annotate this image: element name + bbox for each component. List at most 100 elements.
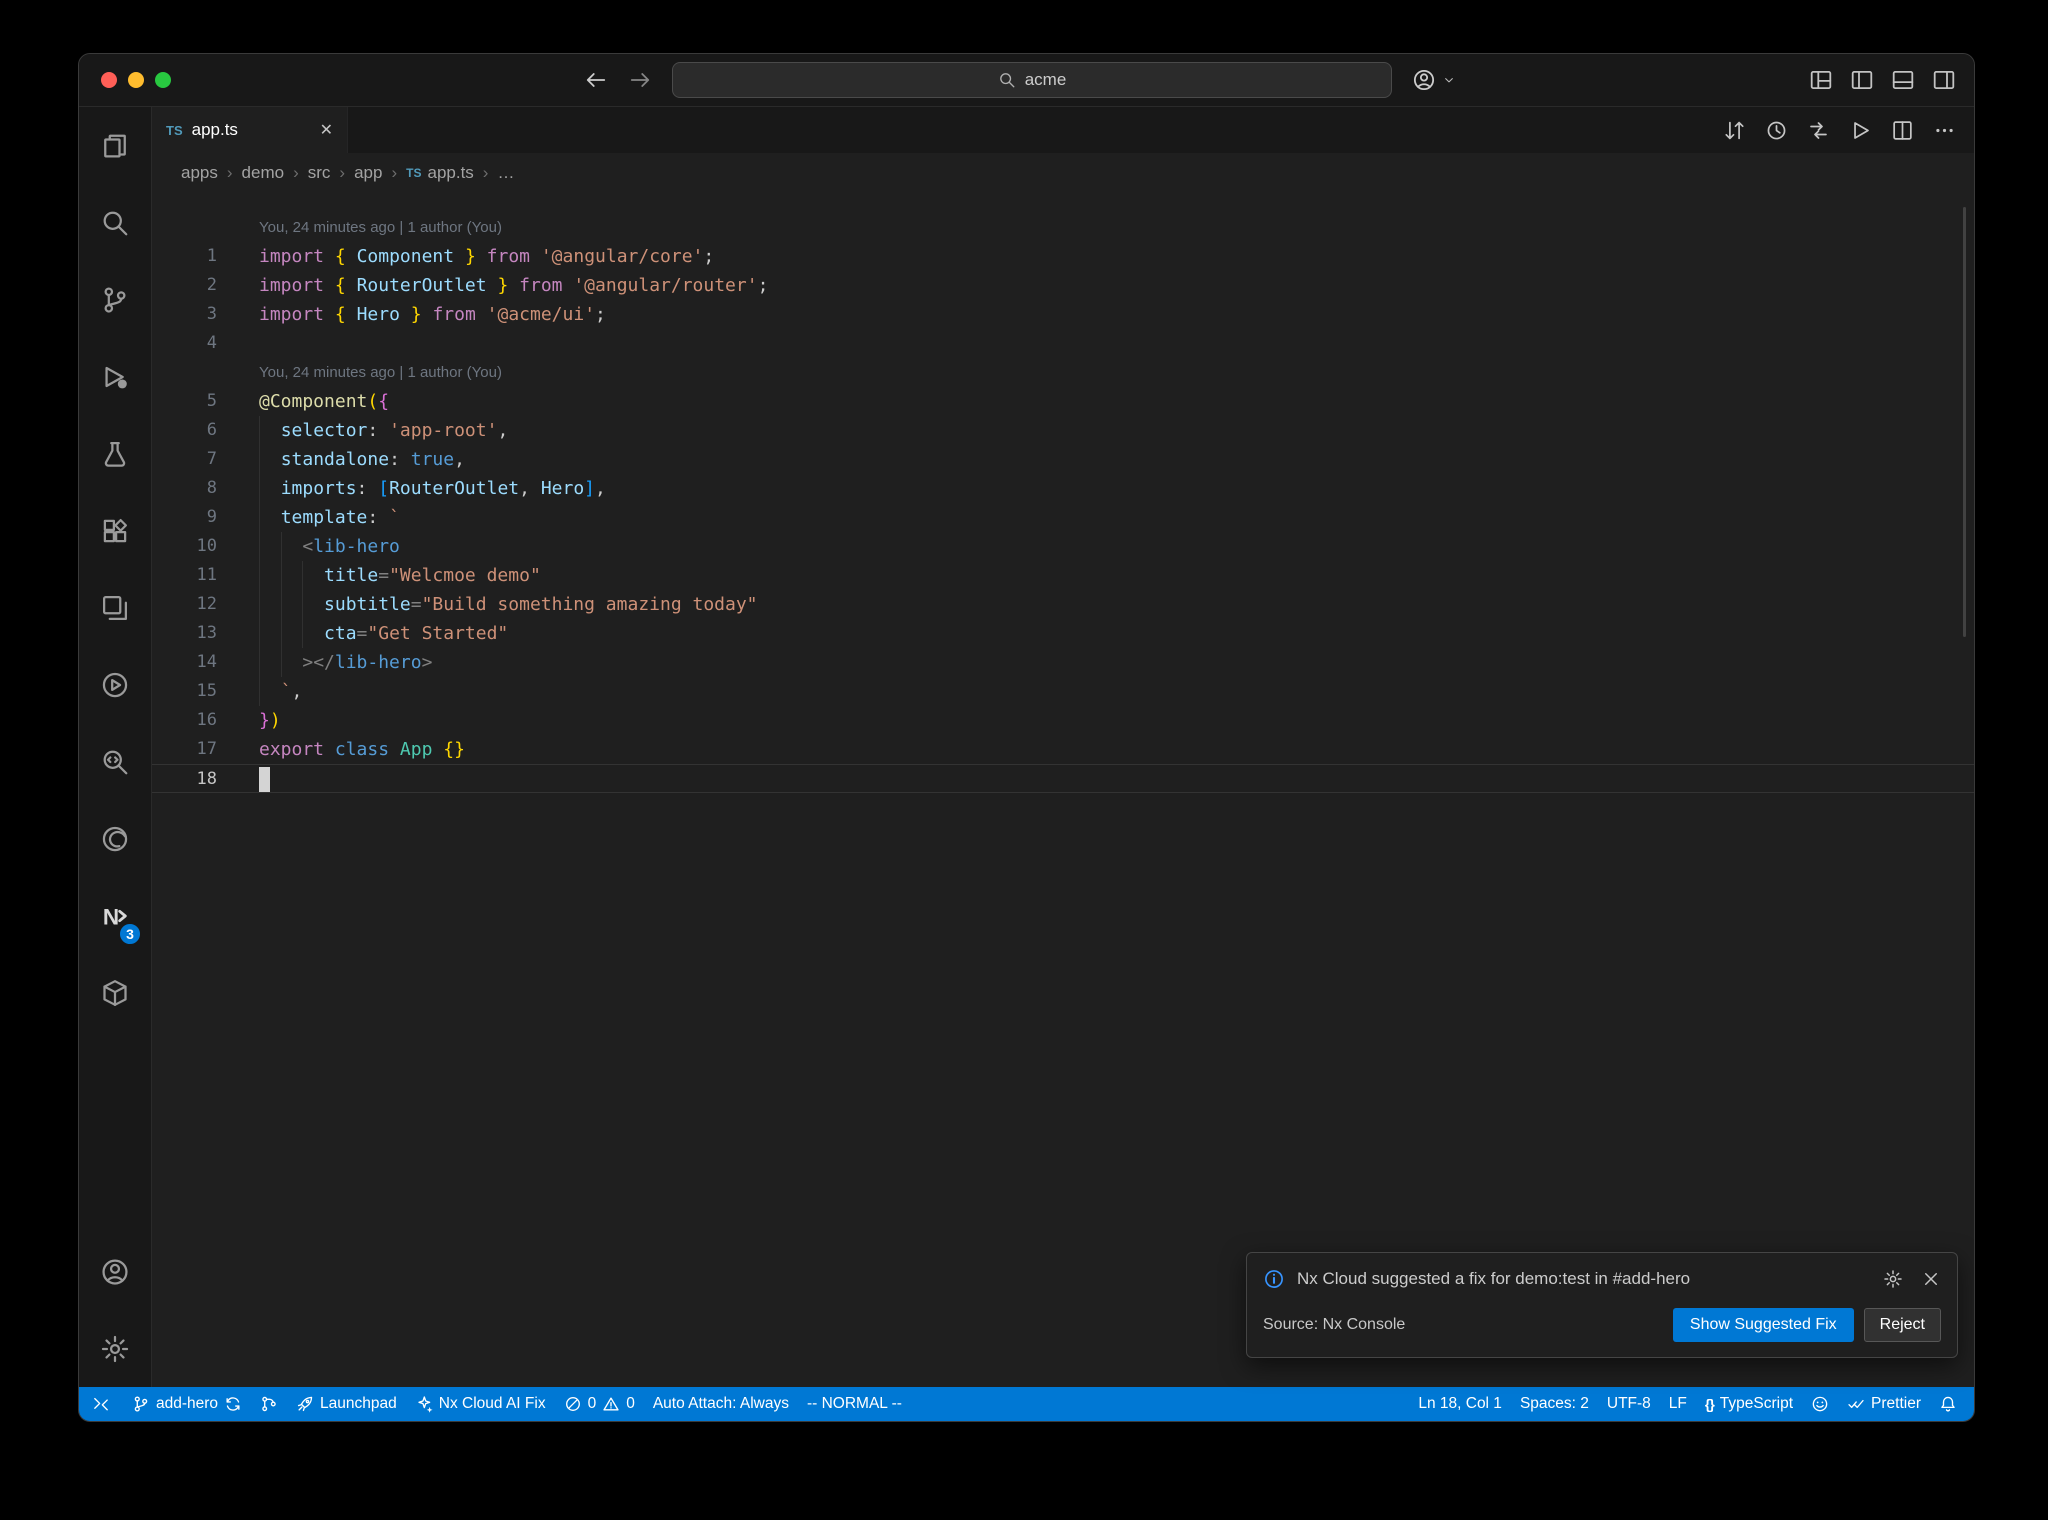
close-window-button[interactable] bbox=[101, 72, 117, 88]
code-line-9[interactable]: 9 template: ` bbox=[152, 503, 1974, 532]
notification-settings-icon[interactable] bbox=[1883, 1269, 1903, 1289]
navigate-back-button[interactable] bbox=[584, 68, 608, 92]
status-notifications[interactable] bbox=[1930, 1387, 1966, 1421]
notification-close-icon[interactable] bbox=[1921, 1269, 1941, 1289]
code-line-2[interactable]: 2 import { RouterOutlet } from '@angular/… bbox=[152, 271, 1974, 300]
breadcrumb-item-[interactable]: … bbox=[497, 163, 514, 183]
breadcrumb-item-demo[interactable]: demo bbox=[242, 163, 285, 183]
code-line-12[interactable]: 12 subtitle="Build something amazing tod… bbox=[152, 590, 1974, 619]
activity-item-search[interactable] bbox=[79, 184, 151, 261]
code-line-6[interactable]: 6 selector: 'app-root', bbox=[152, 416, 1974, 445]
status-encoding[interactable]: UTF-8 bbox=[1598, 1387, 1660, 1421]
run-file-button[interactable] bbox=[1849, 119, 1872, 142]
activity-item-settings[interactable] bbox=[79, 1310, 151, 1387]
split-editor-button[interactable] bbox=[1891, 119, 1914, 142]
breadcrumb-item-src[interactable]: src bbox=[308, 163, 331, 183]
status-launchpad[interactable]: Launchpad bbox=[287, 1387, 406, 1421]
breadcrumb-item-app[interactable]: app bbox=[354, 163, 382, 183]
indent-guide bbox=[280, 619, 282, 648]
code-line-13[interactable]: 13 cta="Get Started" bbox=[152, 619, 1974, 648]
navigate-forward-button[interactable] bbox=[628, 68, 652, 92]
line-number: 13 bbox=[196, 623, 217, 643]
edge-icon bbox=[100, 824, 130, 854]
code-line-5[interactable]: 5 @Component({ bbox=[152, 387, 1974, 416]
timeline-button[interactable] bbox=[1765, 119, 1788, 142]
activity-item-explorer[interactable] bbox=[79, 107, 151, 184]
code-line-1[interactable]: 1 import { Component } from '@angular/cor… bbox=[152, 242, 1974, 271]
toggle-panel-button[interactable] bbox=[1891, 68, 1915, 92]
activity-item-accounts[interactable] bbox=[79, 1233, 151, 1310]
status-eol[interactable]: LF bbox=[1660, 1387, 1696, 1421]
show-suggested-fix-button[interactable]: Show Suggested Fix bbox=[1672, 1308, 1854, 1342]
chevron-right-icon: › bbox=[293, 163, 299, 182]
breadcrumb-item-appts[interactable]: TS app.ts bbox=[406, 163, 474, 183]
blame-annotation[interactable]: You, 24 minutes ago | 1 author (You) bbox=[152, 358, 1974, 387]
activity-item-remote-explorer[interactable] bbox=[79, 569, 151, 646]
status-language[interactable]: {} TypeScript bbox=[1696, 1387, 1802, 1421]
more-actions-button[interactable] bbox=[1933, 119, 1956, 142]
code-line-17[interactable]: 17 export class App {} bbox=[152, 735, 1974, 764]
status-nx-cloud-ai-fix[interactable]: Nx Cloud AI Fix bbox=[406, 1387, 555, 1421]
status-remote[interactable] bbox=[79, 1387, 123, 1421]
indent-guide bbox=[302, 590, 304, 619]
activity-item-extensions[interactable] bbox=[79, 492, 151, 569]
zoom-window-button[interactable] bbox=[155, 72, 171, 88]
code-line-3[interactable]: 3 import { Hero } from '@acme/ui'; bbox=[152, 300, 1974, 329]
indent-guide bbox=[259, 677, 260, 706]
tab-app-ts[interactable]: TS app.ts ✕ bbox=[152, 107, 348, 153]
toggle-primary-sidebar-button[interactable] bbox=[1850, 68, 1874, 92]
vscode-window: acme N3 TS app.ts ✕ apps › demo › src › app › TS… bbox=[78, 53, 1975, 1422]
status-problems[interactable]: 00 bbox=[555, 1387, 644, 1421]
toggle-secondary-sidebar-button[interactable] bbox=[1932, 68, 1956, 92]
minimize-window-button[interactable] bbox=[128, 72, 144, 88]
layout-controls bbox=[1809, 54, 1956, 106]
line-number: 9 bbox=[206, 507, 217, 527]
close-tab-button[interactable]: ✕ bbox=[320, 120, 333, 140]
git-blame-text: You, 24 minutes ago | 1 author (You) bbox=[259, 219, 502, 236]
code-line-10[interactable]: 10 <lib-hero bbox=[152, 532, 1974, 561]
account-menu-button[interactable] bbox=[1412, 68, 1436, 92]
notification-source: Source: Nx Console bbox=[1263, 1316, 1406, 1333]
status-prettier[interactable]: Prettier bbox=[1838, 1387, 1930, 1421]
code-text: import { Component } from '@angular/core… bbox=[259, 246, 715, 267]
code-line-8[interactable]: 8 imports: [RouterOutlet, Hero], bbox=[152, 474, 1974, 503]
customize-layout-button[interactable] bbox=[1809, 68, 1833, 92]
code-line-7[interactable]: 7 standalone: true, bbox=[152, 445, 1974, 474]
editor[interactable]: You, 24 minutes ago | 1 author (You) 1 imp… bbox=[152, 193, 1974, 1387]
layout-icon bbox=[1809, 68, 1833, 92]
status-vim-mode[interactable]: -- NORMAL -- bbox=[798, 1387, 911, 1421]
cube-icon bbox=[100, 978, 130, 1008]
code-line-11[interactable]: 11 title="Welcmoe demo" bbox=[152, 561, 1974, 590]
status-cursor-position[interactable]: Ln 18, Col 1 bbox=[1409, 1387, 1511, 1421]
activity-item-run-target[interactable] bbox=[79, 646, 151, 723]
activity-item-run-debug[interactable] bbox=[79, 338, 151, 415]
activity-item-source-control[interactable] bbox=[79, 261, 151, 338]
panel-bottom-icon bbox=[1891, 68, 1915, 92]
code-line-15[interactable]: 15 `, bbox=[152, 677, 1974, 706]
status-branch[interactable]: add-hero bbox=[123, 1387, 251, 1421]
titlebar: acme bbox=[79, 54, 1974, 107]
command-center[interactable]: acme bbox=[672, 62, 1392, 98]
status-auto-attach[interactable]: Auto Attach: Always bbox=[644, 1387, 798, 1421]
status-bar: add-hero Launchpad Nx Cloud AI Fix 0 0 Auto A… bbox=[79, 1387, 1974, 1421]
activity-item-nx-console[interactable]: N3 bbox=[79, 877, 151, 954]
code-line-16[interactable]: 16}) bbox=[152, 706, 1974, 735]
status-indentation[interactable]: Spaces: 2 bbox=[1511, 1387, 1598, 1421]
status-feedback[interactable] bbox=[1802, 1387, 1838, 1421]
breadcrumb-item-apps[interactable]: apps bbox=[181, 163, 218, 183]
status-commit-graph[interactable] bbox=[251, 1387, 287, 1421]
activity-item-edge-devtools[interactable] bbox=[79, 800, 151, 877]
open-changes-button[interactable] bbox=[1723, 119, 1746, 142]
blame-annotation[interactable]: You, 24 minutes ago | 1 author (You) bbox=[152, 213, 1974, 242]
code-line-18[interactable]: 18 bbox=[152, 764, 1974, 793]
activity-item-code-search[interactable] bbox=[79, 723, 151, 800]
compare-working-tree-button[interactable] bbox=[1807, 119, 1830, 142]
activity-item-containers[interactable] bbox=[79, 954, 151, 1031]
reject-button[interactable]: Reject bbox=[1863, 1308, 1941, 1342]
scrollbar[interactable] bbox=[1963, 207, 1966, 637]
code-line-14[interactable]: 14 ></lib-hero> bbox=[152, 648, 1974, 677]
code-text: standalone: true, bbox=[280, 449, 465, 470]
chevron-right-icon: › bbox=[226, 163, 233, 182]
code-line-4[interactable]: 4 bbox=[152, 329, 1974, 358]
activity-item-testing[interactable] bbox=[79, 415, 151, 492]
